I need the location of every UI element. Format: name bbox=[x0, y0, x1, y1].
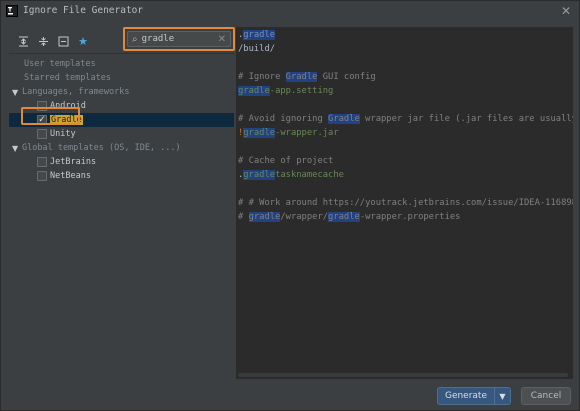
cancel-button[interactable]: Cancel bbox=[521, 387, 571, 405]
tree-item-unity[interactable]: Unity bbox=[9, 127, 234, 141]
ide-icon bbox=[6, 5, 18, 17]
clear-icon[interactable]: ✕ bbox=[218, 34, 226, 45]
code-line: !gradle-wrapper.jar bbox=[238, 128, 339, 138]
selection-focus-outline bbox=[21, 107, 80, 125]
tree-item-starred-templates[interactable]: Starred templates bbox=[9, 71, 234, 85]
generate-button[interactable]: Generate ▼ bbox=[437, 387, 511, 405]
tree-item-jetbrains[interactable]: JetBrains bbox=[9, 155, 234, 169]
tree-item-languages-frameworks[interactable]: ▼ Languages, frameworks bbox=[9, 85, 234, 99]
generate-label[interactable]: Generate bbox=[438, 391, 494, 401]
code-line: .gradletasknamecache bbox=[238, 170, 344, 180]
code-line: # Avoid ignoring Gradle wrapper jar file… bbox=[238, 114, 573, 124]
checkbox-jetbrains[interactable] bbox=[37, 157, 47, 167]
chevron-down-icon[interactable]: ▼ bbox=[495, 392, 510, 401]
close-icon[interactable]: ✕ bbox=[561, 4, 571, 18]
preview-editor[interactable]: .gradle /build/ # Ignore Gradle GUI conf… bbox=[236, 27, 573, 379]
horizontal-scrollbar[interactable] bbox=[238, 373, 568, 377]
dialog-window: Ignore File Generator ✕ ★ ⌕ gradle ✕ Use… bbox=[0, 0, 580, 411]
code-line: # gradle/wrapper/gradle-wrapper.properti… bbox=[238, 212, 461, 222]
code-line-0: gradle bbox=[243, 30, 276, 40]
window-title: Ignore File Generator bbox=[23, 5, 144, 16]
title-bar[interactable]: Ignore File Generator ✕ bbox=[1, 1, 579, 23]
expand-arrow-icon[interactable]: ▼ bbox=[12, 144, 22, 153]
expand-all-icon[interactable] bbox=[15, 33, 31, 49]
code-line-12: # # Work around https://youtrack.jetbrai… bbox=[238, 198, 573, 208]
code-line: .gradle bbox=[238, 30, 276, 40]
search-input[interactable]: ⌕ gradle ✕ bbox=[127, 31, 231, 47]
checkbox-unity[interactable] bbox=[37, 129, 47, 139]
search-focus-outline: ⌕ gradle ✕ bbox=[123, 27, 235, 51]
code-line-1: /build/ bbox=[238, 44, 276, 54]
tree-item-global-templates[interactable]: ▼ Global templates (OS, IDE, ...) bbox=[9, 141, 234, 155]
unselect-all-icon[interactable] bbox=[55, 33, 71, 49]
tree-item-user-templates[interactable]: User templates bbox=[9, 57, 234, 71]
dialog-footer: Generate ▼ Cancel bbox=[1, 381, 579, 411]
expand-arrow-icon[interactable]: ▼ bbox=[12, 88, 22, 97]
code-line: # Ignore Gradle GUI config bbox=[238, 72, 376, 82]
tree-toolbar: ★ bbox=[15, 33, 91, 49]
checkbox-netbeans[interactable] bbox=[37, 171, 47, 181]
code-line: gradle-app.setting bbox=[238, 86, 334, 96]
search-value[interactable]: gradle bbox=[139, 34, 218, 44]
collapse-all-icon[interactable] bbox=[35, 33, 51, 49]
search-icon[interactable]: ⌕ bbox=[132, 34, 138, 45]
starred-icon[interactable]: ★ bbox=[75, 33, 91, 49]
template-tree: User templates Starred templates ▼ Langu… bbox=[9, 53, 234, 379]
template-panel: ★ ⌕ gradle ✕ User templates Starred temp… bbox=[9, 27, 235, 379]
code-line-9: # Cache of project bbox=[238, 156, 334, 166]
tree-item-netbeans[interactable]: NetBeans bbox=[9, 169, 234, 183]
